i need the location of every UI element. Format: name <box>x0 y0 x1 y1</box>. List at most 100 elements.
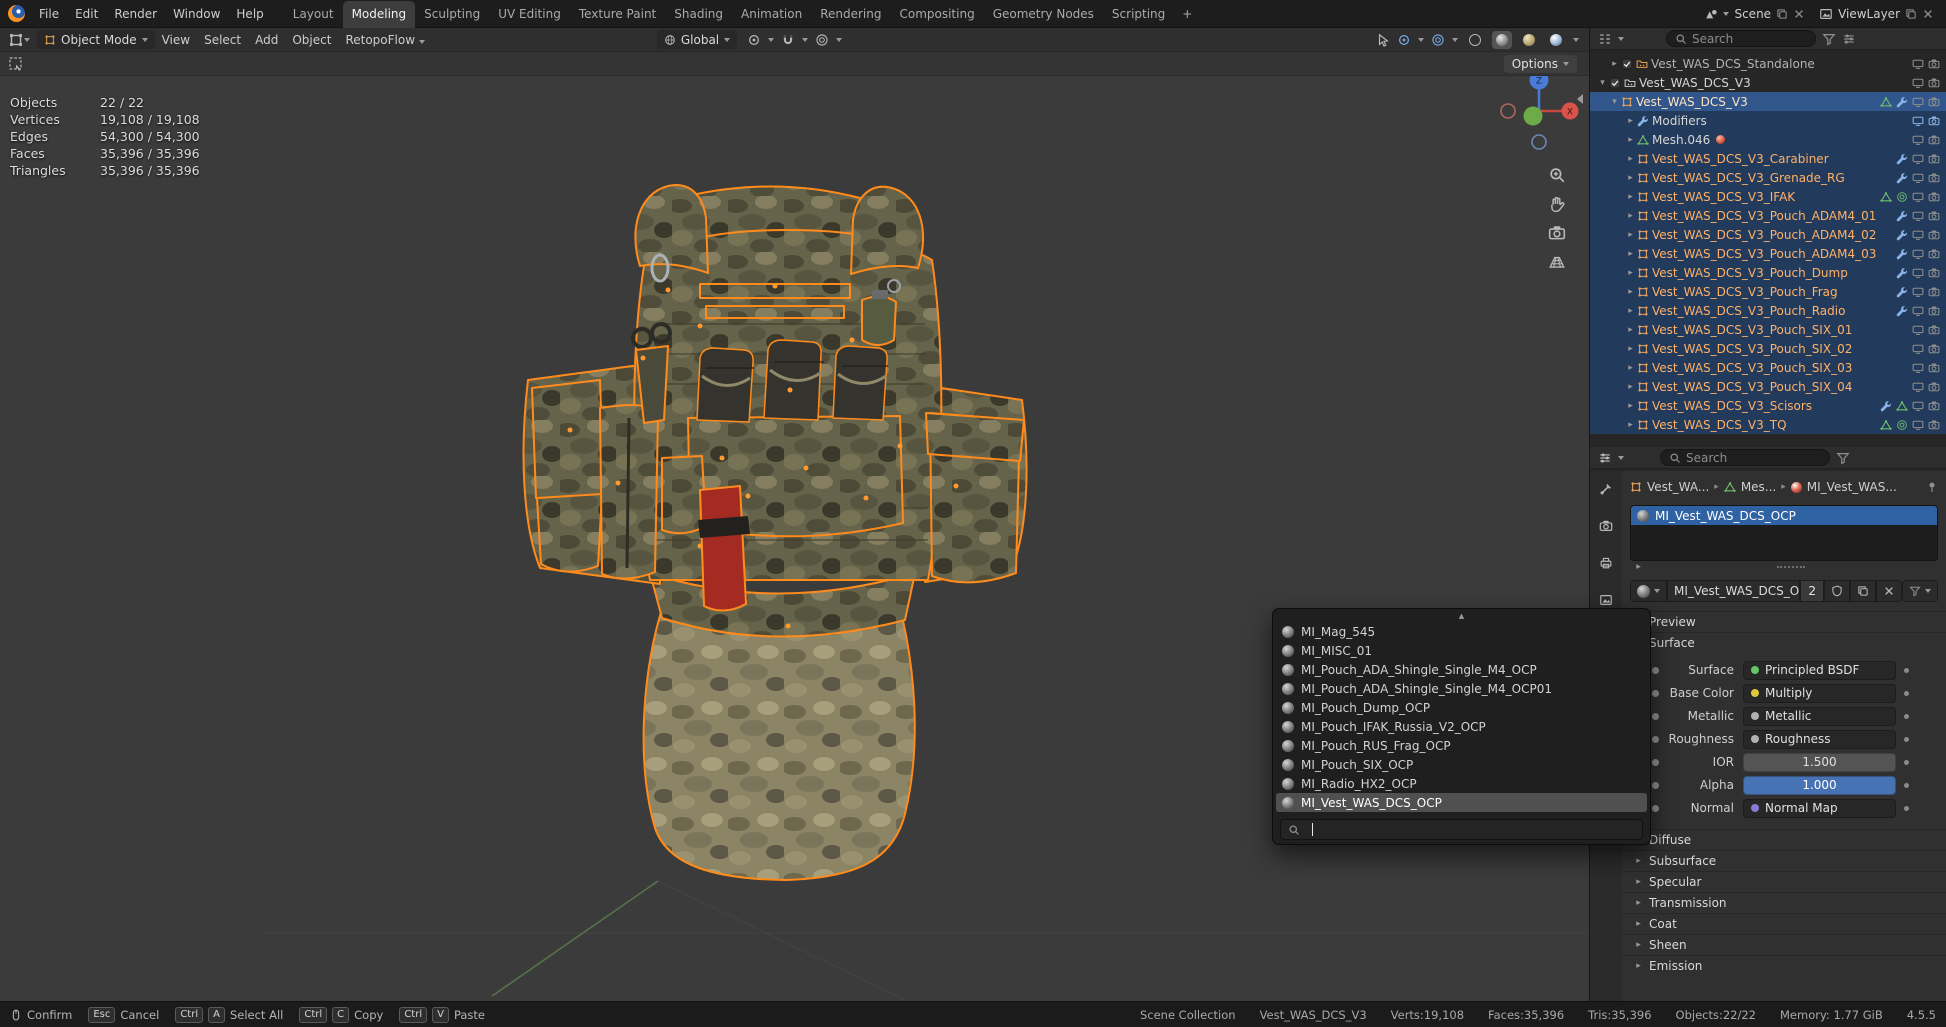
normal-field[interactable]: Normal Map <box>1743 799 1896 818</box>
tab-texture-paint[interactable]: Texture Paint <box>570 1 665 28</box>
outliner-row-object[interactable]: ▸ Vest_WAS_DCS_V3_Pouch_ADAM4_03 <box>1590 244 1946 263</box>
properties-search-input[interactable]: Search <box>1660 449 1830 466</box>
breadcrumb-object[interactable]: Vest_WA... <box>1647 480 1709 494</box>
ortho-grid-icon[interactable] <box>1548 253 1566 271</box>
add-workspace-button[interactable]: + <box>1174 1 1200 28</box>
material-slot-item[interactable]: MI_Vest_WAS_DCS_OCP <box>1631 506 1937 525</box>
tab-animation[interactable]: Animation <box>732 1 811 28</box>
menu-add[interactable]: Add <box>248 28 285 52</box>
camera-view-icon[interactable] <box>1548 224 1566 242</box>
collapse-icon[interactable]: ▾ <box>1608 97 1621 107</box>
material-browse-dropdown[interactable] <box>1630 580 1667 602</box>
hide-viewport-icon[interactable] <box>1912 248 1924 260</box>
viewlayer-selector[interactable]: ViewLayer <box>1819 7 1934 21</box>
disable-render-icon[interactable] <box>1928 400 1940 412</box>
modifier-wrench-icon[interactable] <box>1896 96 1908 108</box>
expand-icon[interactable]: ▸ <box>1624 192 1637 202</box>
expand-icon[interactable]: ▸ <box>1624 306 1637 316</box>
menu-file[interactable]: File <box>31 0 67 28</box>
hide-viewport-icon[interactable] <box>1912 286 1924 298</box>
material-option[interactable]: MI_Pouch_ADA_Shingle_Single_M4_OCP <box>1276 660 1647 679</box>
viewport-canvas[interactable] <box>0 28 1589 1001</box>
hide-viewport-icon[interactable] <box>1912 324 1924 336</box>
expand-icon[interactable]: ▸ <box>1624 363 1637 373</box>
transform-orientation-dropdown[interactable]: Global <box>657 30 737 49</box>
hide-viewport-icon[interactable] <box>1912 77 1924 89</box>
tab-render[interactable] <box>1593 514 1619 538</box>
navigation-gizmo[interactable]: Z X <box>1492 64 1586 158</box>
alpha-slider[interactable]: 1.000 <box>1743 776 1896 795</box>
section-specular[interactable]: ▸Specular <box>1622 871 1946 892</box>
hide-viewport-icon[interactable] <box>1912 96 1924 108</box>
outliner-editor-icon[interactable] <box>1598 32 1612 46</box>
section-preview[interactable]: ▸ Preview <box>1622 611 1946 632</box>
hide-viewport-icon[interactable] <box>1912 267 1924 279</box>
expand-icon[interactable]: ▸ <box>1624 420 1637 430</box>
popup-search-input[interactable] <box>1280 819 1643 840</box>
modifier-wrench-icon[interactable] <box>1896 286 1908 298</box>
expand-icon[interactable]: ▸ <box>1624 249 1637 259</box>
pin-icon[interactable] <box>1926 481 1938 493</box>
menu-view[interactable]: View <box>155 28 197 52</box>
hide-viewport-icon[interactable] <box>1912 305 1924 317</box>
disable-render-icon[interactable] <box>1928 419 1940 431</box>
modifier-wrench-icon[interactable] <box>1896 267 1908 279</box>
section-diffuse[interactable]: ▸Diffuse <box>1622 829 1946 850</box>
disable-render-icon[interactable] <box>1928 324 1940 336</box>
disable-render-icon[interactable] <box>1928 172 1940 184</box>
disable-render-icon[interactable] <box>1928 191 1940 203</box>
outliner-row-object[interactable]: ▸ Vest_WAS_DCS_V3_Pouch_Frag <box>1590 282 1946 301</box>
fake-user-shield-button[interactable] <box>1824 580 1850 602</box>
hide-viewport-icon[interactable] <box>1912 191 1924 203</box>
expand-icon[interactable]: ▸ <box>1624 135 1637 145</box>
base-color-field[interactable]: Multiply <box>1743 684 1896 703</box>
roughness-field[interactable]: Roughness <box>1743 730 1896 749</box>
material-option[interactable]: MI_Pouch_ADA_Shingle_Single_M4_OCP01 <box>1276 679 1647 698</box>
outliner-row-object[interactable]: ▸ Vest_WAS_DCS_V3_Pouch_ADAM4_01 <box>1590 206 1946 225</box>
new-viewlayer-icon[interactable] <box>1905 8 1917 20</box>
tab-modeling[interactable]: Modeling <box>343 1 416 28</box>
checkbox-icon[interactable] <box>1621 58 1633 70</box>
outliner-row-modifiers[interactable]: ▸ Modifiers <box>1590 111 1946 130</box>
resize-grip[interactable] <box>1777 566 1805 568</box>
section-emission[interactable]: ▸Emission <box>1622 955 1946 976</box>
filter-funnel-icon[interactable] <box>1822 32 1836 46</box>
outliner-row-object[interactable]: ▸ Vest_WAS_DCS_V3_Scisors <box>1590 396 1946 415</box>
breadcrumb-material[interactable]: MI_Vest_WAS... <box>1807 480 1897 494</box>
hide-viewport-icon[interactable] <box>1912 343 1924 355</box>
modifier-wrench-icon[interactable] <box>1896 172 1908 184</box>
tab-geometry-nodes[interactable]: Geometry Nodes <box>984 1 1103 28</box>
ior-slider[interactable]: 1.500 <box>1743 753 1896 772</box>
properties-options-icon[interactable] <box>1836 451 1850 465</box>
disable-render-icon[interactable] <box>1928 77 1940 89</box>
outliner-search-input[interactable]: Search <box>1666 30 1816 47</box>
modifier-wrench-icon[interactable] <box>1896 229 1908 241</box>
show-gizmo-icon[interactable] <box>1397 33 1411 47</box>
outliner-row-mesh-data[interactable]: ▸ Mesh.046 <box>1590 130 1946 149</box>
shading-wireframe-button[interactable] <box>1465 31 1485 49</box>
pan-hand-icon[interactable] <box>1548 195 1566 213</box>
mode-dropdown[interactable]: Object Mode <box>37 30 155 49</box>
collapse-icon[interactable]: ▾ <box>1596 78 1609 88</box>
outliner-row-object[interactable]: ▸ Vest_WAS_DCS_V3_Pouch_SIX_04 <box>1590 377 1946 396</box>
disable-render-icon[interactable] <box>1928 343 1940 355</box>
editor-type-icon[interactable] <box>8 32 24 48</box>
modifier-wrench-icon[interactable] <box>1880 400 1892 412</box>
properties-editor-icon[interactable] <box>1598 451 1612 465</box>
material-option[interactable]: MI_Radio_HX2_OCP <box>1276 774 1647 793</box>
menu-window[interactable]: Window <box>165 0 228 28</box>
section-sheen[interactable]: ▸Sheen <box>1622 934 1946 955</box>
disable-render-icon[interactable] <box>1928 210 1940 222</box>
menu-help[interactable]: Help <box>228 0 271 28</box>
shading-solid-button[interactable] <box>1492 31 1512 49</box>
unlink-material-button[interactable] <box>1876 580 1902 602</box>
material-option[interactable]: MI_Pouch_Dump_OCP <box>1276 698 1647 717</box>
modifier-render-toggle-icon[interactable] <box>1928 115 1940 127</box>
outliner-row-object[interactable]: ▸ Vest_WAS_DCS_V3_Pouch_SIX_01 <box>1590 320 1946 339</box>
tab-tool[interactable] <box>1593 477 1619 501</box>
outliner-row-active-object[interactable]: ▾ Vest_WAS_DCS_V3 <box>1590 92 1946 111</box>
gizmo-minus-x-axis[interactable] <box>1501 104 1515 118</box>
expand-icon[interactable]: ▸ <box>1624 344 1637 354</box>
modifier-wrench-icon[interactable] <box>1896 210 1908 222</box>
modifier-wrench-icon[interactable] <box>1896 305 1908 317</box>
